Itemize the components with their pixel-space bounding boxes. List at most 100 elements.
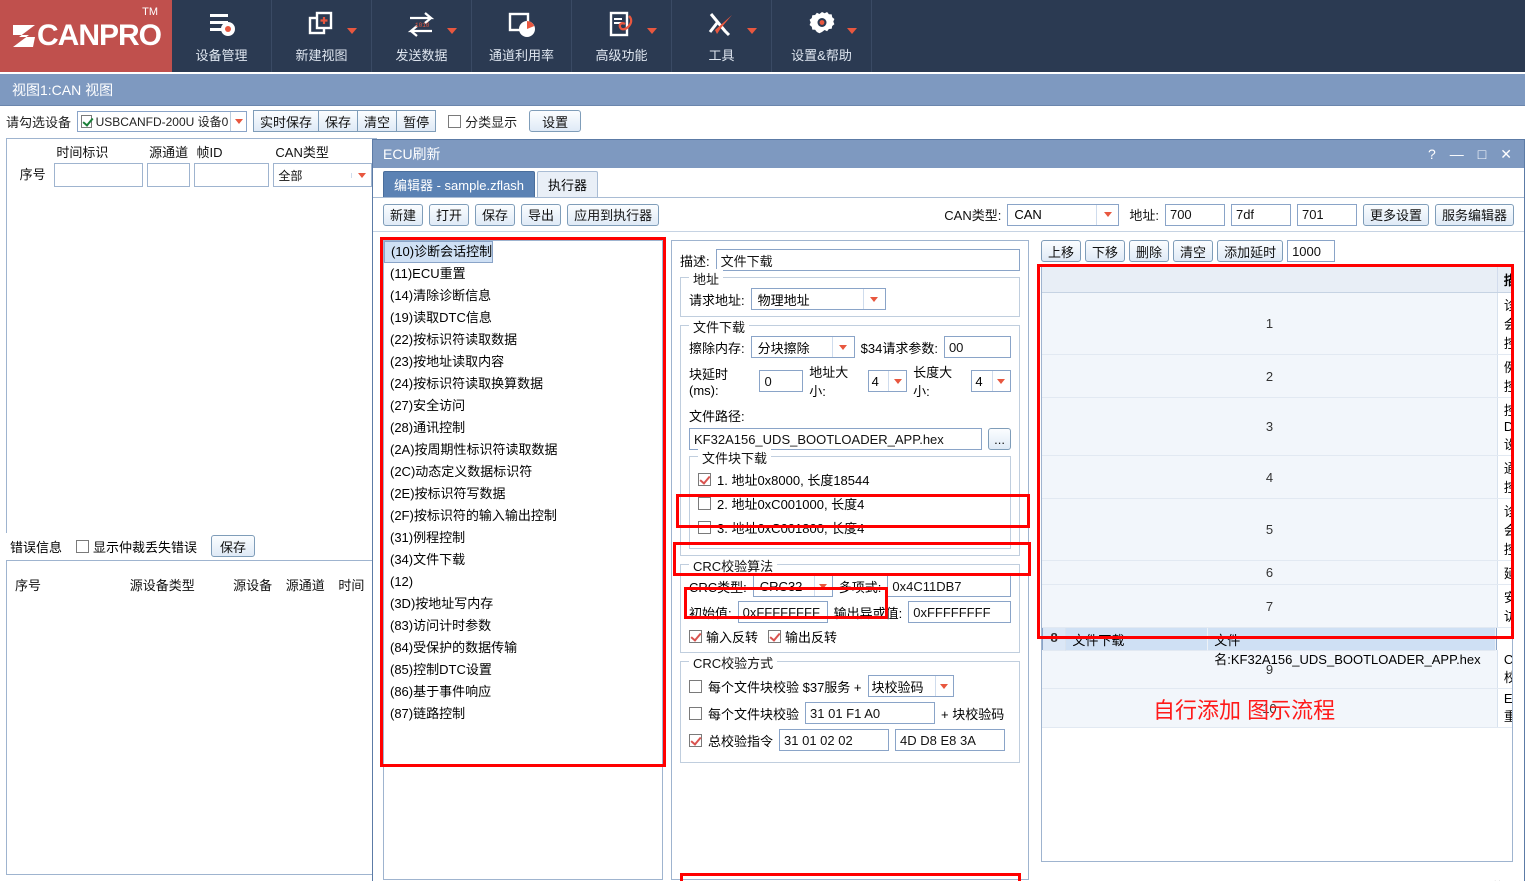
service-list-item[interactable]: (10)诊断会话控制: [384, 241, 494, 263]
move-down-button[interactable]: 下移: [1085, 240, 1126, 262]
service-list-item[interactable]: (86)基于事件响应: [384, 681, 662, 703]
service-list-item[interactable]: (84)受保护的数据传输: [384, 637, 662, 659]
service-list-item[interactable]: (31)例程控制: [384, 527, 662, 549]
crc-mode-option-2[interactable]: 每个文件块校验 31 01 F1 A0 + 块校验码: [689, 702, 1011, 724]
table-row[interactable]: 3控制DTC设置85 02: [1042, 397, 1512, 456]
chevron-down-icon[interactable]: [934, 676, 953, 696]
xor-out-input[interactable]: 0xFFFFFFFF: [908, 601, 1011, 623]
nav-item-new-view[interactable]: 新建视图: [272, 0, 372, 72]
description-input[interactable]: 文件下载: [715, 249, 1020, 271]
minimize-icon[interactable]: —: [1450, 147, 1464, 161]
help-icon[interactable]: ?: [1428, 147, 1436, 161]
close-icon[interactable]: ✕: [1500, 147, 1512, 161]
chevron-down-icon[interactable]: [1096, 204, 1118, 225]
table-row[interactable]: 6延时500毫秒: [1042, 560, 1512, 585]
length-size-select[interactable]: 4: [971, 370, 1011, 392]
chevron-down-icon[interactable]: [847, 28, 857, 34]
chevron-down-icon[interactable]: [647, 28, 657, 34]
nav-item-channel-usage[interactable]: 通道利用率: [472, 0, 572, 72]
polynomial-input[interactable]: 0x4C11DB7: [887, 575, 1011, 597]
input-reverse-toggle[interactable]: 输入反转: [689, 627, 758, 646]
can-filter-cantype[interactable]: 全部: [273, 163, 372, 187]
service-list-item[interactable]: (19)读取DTC信息: [384, 307, 662, 329]
chevron-down-icon[interactable]: [813, 576, 832, 596]
service-list-item[interactable]: (28)通讯控制: [384, 417, 662, 439]
service-list-item[interactable]: (2E)按标识符写数据: [384, 483, 662, 505]
output-reverse-toggle[interactable]: 输出反转: [768, 627, 837, 646]
request-param-input[interactable]: 00: [943, 336, 1011, 358]
realtime-save-button[interactable]: 实时保存: [253, 110, 319, 132]
chevron-down-icon[interactable]: [862, 289, 885, 309]
table-row[interactable]: 7安全访问级别:1 DLL:SeednKey.dll: [1042, 584, 1512, 628]
output-reverse-checkbox[interactable]: [768, 630, 782, 643]
file-block-checkbox[interactable]: [698, 473, 711, 486]
table-row[interactable]: 8 文件下载 文件名:KF32A156_UDS_BOOTLOADER_APP.hex: [1042, 627, 1498, 667]
file-block-item[interactable]: 1. 地址0x8000, 长度18544: [698, 470, 1002, 489]
chevron-down-icon[interactable]: [991, 371, 1010, 391]
nav-item-send-data[interactable]: 1010 发送数据: [372, 0, 472, 72]
address-field-1[interactable]: 700: [1164, 203, 1225, 226]
crc-mode-3-input-1[interactable]: 31 01 02 02: [779, 729, 890, 751]
delete-button[interactable]: 删除: [1129, 240, 1170, 262]
save-config-button[interactable]: 保存: [475, 203, 516, 226]
show-arb-loss-checkbox[interactable]: [76, 539, 90, 553]
classify-checkbox[interactable]: [448, 114, 462, 128]
erase-memory-select[interactable]: 分块擦除: [750, 336, 855, 358]
device-checkbox[interactable]: [81, 114, 92, 128]
tab-editor[interactable]: 编辑器 - sample.zflash: [383, 171, 536, 197]
file-path-input[interactable]: KF32A156_UDS_BOOTLOADER_APP.hex: [689, 428, 983, 450]
address-field-3[interactable]: 701: [1296, 203, 1357, 226]
delay-value-input[interactable]: 1000: [1287, 240, 1336, 262]
clear-list-button[interactable]: 清空: [1173, 240, 1214, 262]
service-list-item[interactable]: (34)文件下载: [384, 549, 662, 571]
apply-to-executor-button[interactable]: 应用到执行器: [567, 203, 660, 226]
pause-button[interactable]: 暂停: [396, 110, 437, 132]
service-list-item[interactable]: (27)安全访问: [384, 395, 662, 417]
export-button[interactable]: 导出: [521, 203, 562, 226]
file-block-checkbox[interactable]: [698, 521, 711, 534]
nav-item-advanced-function[interactable]: 高级功能: [572, 0, 672, 72]
clear-button[interactable]: 清空: [357, 110, 397, 132]
service-list[interactable]: (10)诊断会话控制 (11)ECU重置 (14)清除诊断信息 (19)读取DTC信息…: [383, 240, 663, 880]
tab-executor[interactable]: 执行器: [537, 171, 599, 197]
input-reverse-checkbox[interactable]: [689, 630, 702, 643]
file-block-item[interactable]: 3. 地址0xC001800, 长度4: [698, 518, 1002, 537]
show-arb-loss-toggle[interactable]: 显示仲裁丢失错误: [76, 537, 197, 556]
can-filter-time[interactable]: [54, 163, 144, 187]
address-size-select[interactable]: 4: [867, 370, 908, 392]
can-filter-frameid[interactable]: [194, 163, 270, 187]
request-address-select[interactable]: 物理地址: [750, 288, 886, 310]
chevron-down-icon[interactable]: [230, 111, 246, 131]
service-list-item[interactable]: (87)链路控制: [384, 703, 662, 725]
ecu-dialog-titlebar[interactable]: ECU刷新 ? — □ ✕: [373, 140, 1524, 168]
maximize-icon[interactable]: □: [1478, 147, 1486, 161]
crc-mode-option-1[interactable]: 每个文件块校验 $37服务 + 块校验码: [689, 675, 1011, 697]
executor-table-wrap[interactable]: 描述 数据 1诊断会话控制10 032例程控制31 01 02 033控制DTC…: [1041, 266, 1513, 862]
service-list-item[interactable]: (14)清除诊断信息: [384, 285, 662, 307]
nav-item-tools[interactable]: 工具: [672, 0, 772, 72]
settings-button[interactable]: 设置: [529, 110, 582, 132]
table-row[interactable]: 2例程控制31 01 02 03: [1042, 354, 1512, 398]
service-list-item[interactable]: (83)访问计时参数: [384, 615, 662, 637]
app-logo[interactable]: CANPRO TM: [0, 0, 172, 72]
service-editor-button[interactable]: 服务编辑器: [1434, 203, 1514, 226]
nav-item-device-manage[interactable]: 设备管理: [172, 0, 272, 72]
move-up-button[interactable]: 上移: [1041, 240, 1082, 262]
save-button[interactable]: 保存: [318, 110, 358, 132]
chevron-down-icon[interactable]: [347, 28, 357, 34]
service-list-item[interactable]: (2A)按周期性标识符读取数据: [384, 439, 662, 461]
classify-display-toggle[interactable]: 分类显示: [448, 112, 517, 131]
table-row[interactable]: 5诊断会话控制10 02: [1042, 498, 1512, 561]
block-delay-input[interactable]: 0: [759, 370, 804, 392]
crc-mode-2-input[interactable]: 31 01 F1 A0: [805, 702, 936, 724]
service-list-item[interactable]: (3D)按地址写内存: [384, 593, 662, 615]
service-list-item[interactable]: (12): [384, 571, 662, 593]
new-button[interactable]: 新建: [383, 203, 424, 226]
table-row[interactable]: 1诊断会话控制10 03: [1042, 292, 1512, 355]
service-list-item[interactable]: (24)按标识符读取换算数据: [384, 373, 662, 395]
file-block-checkbox[interactable]: [698, 497, 711, 510]
crc-mode-1-select[interactable]: 块校验码: [867, 675, 954, 697]
chevron-down-icon[interactable]: [831, 337, 854, 357]
crc-mode-2-checkbox[interactable]: [689, 706, 702, 720]
nav-item-settings-help[interactable]: 设置&帮助: [772, 0, 872, 72]
